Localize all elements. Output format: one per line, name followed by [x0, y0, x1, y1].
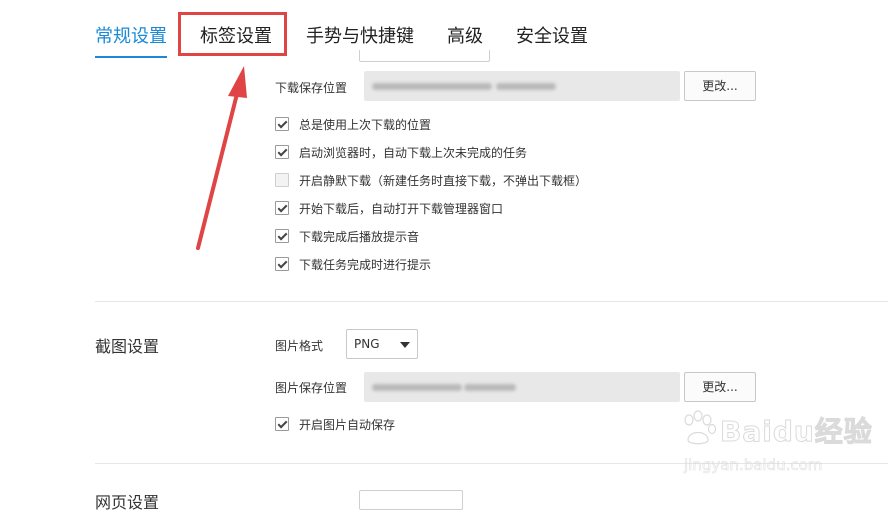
download-change-button[interactable]: 更改...	[684, 71, 756, 101]
option-label: 开启静默下载（新建任务时直接下载，不弹出下载框）	[299, 173, 588, 188]
option-label: 下载任务完成时进行提示	[299, 257, 432, 272]
checkbox-checked[interactable]	[275, 229, 289, 243]
webpage-section-title: 网页设置	[95, 493, 160, 512]
option-label: 下载完成后播放提示音	[299, 229, 420, 244]
option-play-sound[interactable]: 下载完成后播放提示音	[275, 228, 419, 244]
screenshot-section-title: 截图设置	[95, 337, 160, 356]
image-format-label: 图片格式	[275, 339, 324, 353]
blurred-path-text	[496, 83, 556, 90]
checkbox-checked[interactable]	[275, 145, 289, 159]
option-silent-download[interactable]: 开启静默下载（新建任务时直接下载，不弹出下载框）	[275, 172, 587, 188]
option-complete-notify[interactable]: 下载任务完成时进行提示	[275, 256, 431, 272]
tab-general[interactable]: 常规设置	[95, 22, 167, 48]
checkbox-checked[interactable]	[275, 257, 289, 271]
option-auto-save-image[interactable]: 开启图片自动保存	[275, 416, 395, 432]
checkbox-checked[interactable]	[275, 417, 289, 431]
tab-advanced[interactable]: 高级	[447, 22, 483, 48]
download-location-label: 下载保存位置	[275, 81, 348, 95]
option-label: 总是使用上次下载的位置	[299, 117, 432, 132]
option-label: 开启图片自动保存	[299, 417, 396, 432]
option-resume-unfinished[interactable]: 启动浏览器时，自动下载上次未完成的任务	[275, 144, 527, 160]
blurred-path-text	[464, 384, 516, 391]
blurred-path-text	[372, 83, 492, 90]
download-path-field	[364, 71, 680, 101]
image-format-select[interactable]: PNG	[346, 329, 418, 359]
option-remember-location[interactable]: 总是使用上次下载的位置	[275, 116, 431, 132]
partial-dropdown[interactable]	[359, 50, 490, 62]
watermark-url: jingyan.baidu.com	[684, 456, 823, 475]
checkbox-checked[interactable]	[275, 117, 289, 131]
active-tab-indicator	[95, 56, 167, 58]
baidu-watermark: Baidu经验 jingyan.baidu.com	[676, 402, 872, 482]
webpage-dropdown[interactable]	[359, 490, 463, 510]
option-label: 开始下载后，自动打开下载管理器窗口	[299, 201, 504, 216]
image-change-button[interactable]: 更改...	[684, 372, 756, 402]
image-format-value: PNG	[354, 337, 380, 351]
checkbox-checked[interactable]	[275, 201, 289, 215]
image-location-label: 图片保存位置	[275, 381, 348, 395]
tab-security[interactable]: 安全设置	[516, 22, 588, 48]
image-path-field	[364, 372, 680, 402]
option-label: 启动浏览器时，自动下载上次未完成的任务	[299, 145, 528, 160]
blurred-path-text	[372, 384, 462, 391]
checkbox-unchecked[interactable]	[275, 173, 289, 187]
section-divider	[95, 301, 888, 302]
option-open-manager[interactable]: 开始下载后，自动打开下载管理器窗口	[275, 200, 503, 216]
paw-logo-icon	[684, 410, 717, 445]
caret-down-icon	[400, 342, 410, 348]
highlight-annotation-box	[178, 12, 287, 56]
tab-gestures-shortcuts[interactable]: 手势与快捷键	[306, 22, 414, 48]
watermark-brand: Baidu经验	[720, 415, 873, 449]
